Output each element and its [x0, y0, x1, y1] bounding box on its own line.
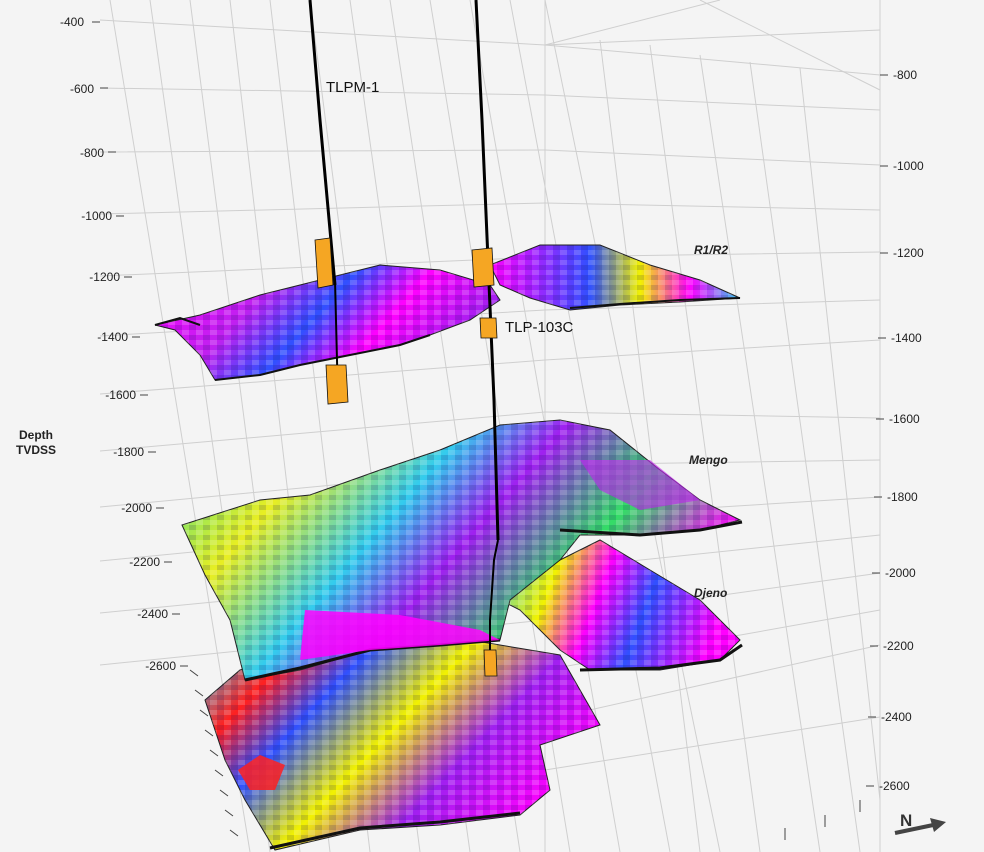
left-tick: -1200 [89, 270, 120, 284]
left-tick: -2400 [137, 607, 168, 621]
left-tick: -1600 [105, 388, 136, 402]
3d-scene[interactable]: -400 -600 -800 -1000 -1200 -1400 -1600 -… [0, 0, 984, 852]
right-tick: -2600 [879, 779, 910, 793]
north-arrow-icon: N [894, 811, 946, 835]
right-tick: -1000 [893, 159, 924, 173]
left-tick: -1400 [97, 330, 128, 344]
right-tick: -1200 [893, 246, 924, 260]
right-tick: -800 [893, 68, 917, 82]
left-tick: -1800 [113, 445, 144, 459]
right-tick: -2200 [883, 639, 914, 653]
left-tick: -400 [60, 15, 84, 29]
surface-label-mengo: Mengo [689, 453, 728, 467]
right-axis: -800 -1000 -1200 -1400 -1600 -1800 -2000… [866, 68, 924, 793]
left-tick: -2000 [121, 501, 152, 515]
well-label-tlp-103c: TLP-103C [505, 319, 574, 336]
axis-title-line1: Depth [19, 428, 53, 442]
axis-title-line2: TVDSS [15, 443, 56, 457]
right-tick: -1600 [889, 412, 920, 426]
surface-r1-r2[interactable]: R1/R2 [154, 243, 741, 381]
right-tick: -1800 [887, 490, 918, 504]
left-tick: -1000 [81, 209, 112, 223]
surface-label-r1-r2: R1/R2 [694, 243, 728, 257]
left-tick: -2200 [129, 555, 160, 569]
3d-viewer[interactable]: -400 -600 -800 -1000 -1200 -1400 -1600 -… [0, 0, 984, 852]
right-tick: -2000 [885, 566, 916, 580]
right-tick: -2400 [881, 710, 912, 724]
left-tick: -600 [70, 82, 94, 96]
compass-label: N [900, 811, 912, 830]
well-label-tlpm-1: TLPM-1 [326, 79, 379, 96]
right-tick: -1400 [891, 331, 922, 345]
surface-label-djeno: Djeno [694, 586, 727, 600]
left-tick: -800 [80, 146, 104, 160]
left-tick: -2600 [145, 659, 176, 673]
depth-axis-title: Depth TVDSS [6, 428, 66, 458]
left-axis: -400 -600 -800 -1000 -1200 -1400 -1600 -… [60, 15, 188, 673]
